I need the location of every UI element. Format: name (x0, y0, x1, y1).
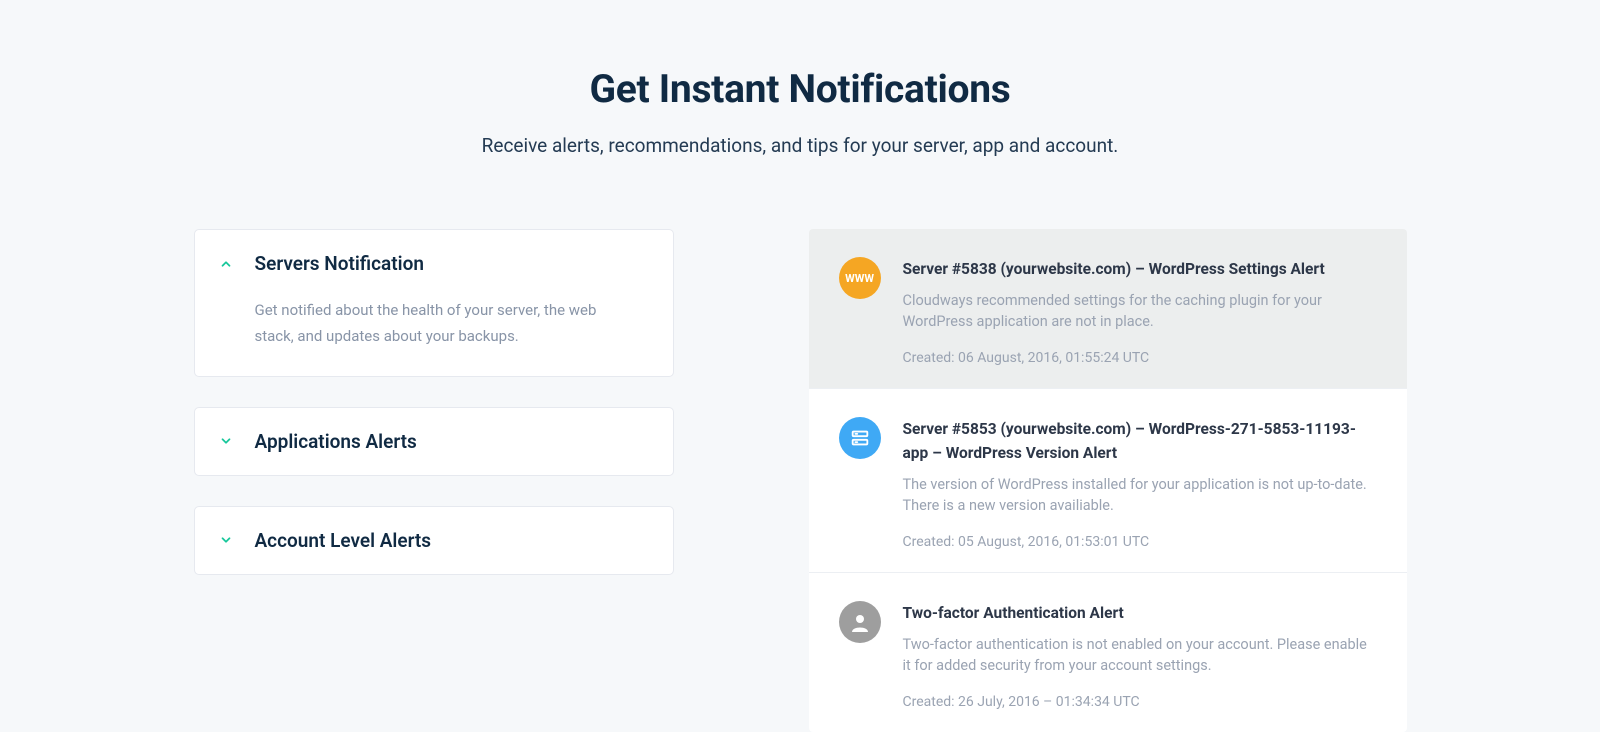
notification-description: Two-factor authentication is not enabled… (903, 634, 1377, 676)
chevron-down-icon (219, 434, 233, 448)
accordion-item-servers-notification: Servers Notification Get notified about … (194, 229, 674, 377)
user-icon (839, 601, 881, 643)
notification-item[interactable]: Server #5853 (yourwebsite.com) – WordPre… (809, 389, 1407, 573)
notification-title: Server #5853 (yourwebsite.com) – WordPre… (903, 417, 1377, 465)
server-icon (839, 417, 881, 459)
accordion-title: Applications Alerts (255, 430, 417, 453)
notification-item[interactable]: Two-factor Authentication Alert Two-fact… (809, 573, 1407, 732)
accordion-header-applications-alerts[interactable]: Applications Alerts (195, 408, 673, 475)
page-title: Get Instant Notifications (0, 66, 1600, 112)
chevron-up-icon (219, 257, 233, 271)
accordion-body: Get notified about the health of your se… (195, 297, 673, 376)
accordion: Servers Notification Get notified about … (194, 229, 674, 605)
notification-title: Server #5838 (yourwebsite.com) – WordPre… (903, 257, 1377, 281)
notification-description: The version of WordPress installed for y… (903, 474, 1377, 516)
notification-item[interactable]: WWW Server #5838 (yourwebsite.com) – Wor… (809, 229, 1407, 389)
accordion-item-account-level-alerts: Account Level Alerts (194, 506, 674, 575)
chevron-down-icon (219, 533, 233, 547)
accordion-title: Account Level Alerts (255, 529, 432, 552)
accordion-header-account-level-alerts[interactable]: Account Level Alerts (195, 507, 673, 574)
accordion-header-servers-notification[interactable]: Servers Notification (195, 230, 673, 297)
notification-description: Cloudways recommended settings for the c… (903, 290, 1377, 332)
notification-created: Created: 05 August, 2016, 01:53:01 UTC (903, 534, 1377, 550)
notifications-list: WWW Server #5838 (yourwebsite.com) – Wor… (809, 229, 1407, 732)
page-subtitle: Receive alerts, recommendations, and tip… (0, 134, 1600, 157)
accordion-item-applications-alerts: Applications Alerts (194, 407, 674, 476)
www-icon: WWW (839, 257, 881, 299)
notification-title: Two-factor Authentication Alert (903, 601, 1377, 625)
notification-created: Created: 06 August, 2016, 01:55:24 UTC (903, 350, 1377, 366)
accordion-title: Servers Notification (255, 252, 424, 275)
notification-created: Created: 26 July, 2016 – 01:34:34 UTC (903, 694, 1377, 710)
